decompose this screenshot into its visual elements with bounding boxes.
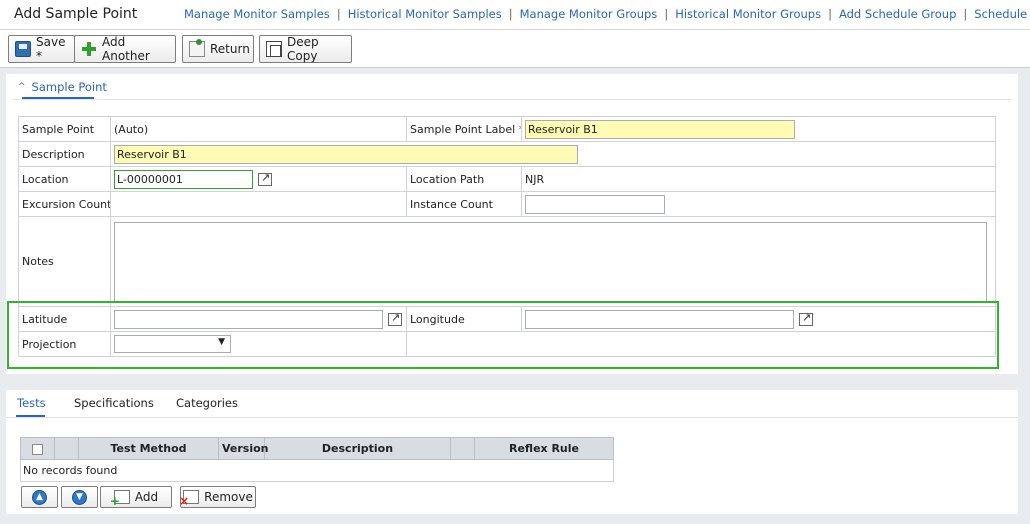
remove-test-button-label: Remove — [204, 490, 253, 504]
form-row-description: Description Reservoir B1 — [18, 141, 996, 167]
tab-bar: Tests Specifications Categories — [6, 390, 1018, 418]
sample-point-label-input[interactable]: Reservoir B1 — [525, 119, 795, 139]
form-row-counts: Excursion Count Instance Count — [18, 191, 996, 217]
open-link-icon[interactable] — [258, 171, 272, 186]
nav-separator: | — [963, 7, 968, 21]
top-bar: Add Sample Point Manage Monitor Samples |… — [0, 0, 1030, 30]
blank-header — [54, 437, 79, 460]
form-row-notes: Notes — [18, 216, 996, 307]
move-down-button[interactable]: ▼ — [61, 486, 98, 508]
top-nav-links: Manage Monitor Samples | Historical Monito… — [184, 7, 1030, 21]
return-button-label: Return — [210, 42, 250, 56]
column-header-test-method[interactable]: Test Method — [78, 437, 219, 460]
description-label: Description — [18, 141, 111, 167]
sample-point-label-cell: Reservoir B1 — [521, 116, 996, 142]
instance-count-input[interactable] — [525, 194, 665, 214]
arrow-down-icon: ▼ — [72, 489, 87, 505]
active-tab-underline — [16, 415, 45, 417]
table-header-row: Test Method Version Description Reflex R… — [20, 437, 614, 460]
save-icon — [15, 41, 31, 57]
toolbar: Save * Add Another Return Deep Copy — [0, 30, 1030, 68]
link-manage-monitor-samples[interactable]: Manage Monitor Samples — [184, 7, 330, 21]
add-another-button[interactable]: Add Another — [74, 35, 176, 63]
add-test-button[interactable]: Add — [100, 486, 172, 508]
return-button[interactable]: Return — [182, 35, 254, 63]
section-title: Sample Point — [31, 80, 107, 94]
deep-copy-button[interactable]: Deep Copy — [259, 35, 352, 63]
select-all-checkbox[interactable] — [32, 443, 43, 455]
sample-point-label-text: Sample Point Label — [410, 122, 516, 136]
sample-point-label: Sample Point — [18, 116, 111, 142]
nav-separator: | — [828, 7, 832, 21]
page-title: Add Sample Point — [14, 6, 138, 22]
link-historical-monitor-samples[interactable]: Historical Monitor Samples — [348, 7, 502, 21]
remove-test-button[interactable]: Remove — [179, 486, 256, 508]
notes-label: Notes — [18, 216, 111, 307]
excursion-count-label: Excursion Count — [18, 191, 111, 217]
tests-panel: Tests Specifications Categories Test Met… — [6, 390, 1018, 514]
column-header-reflex-rule[interactable]: Reflex Rule — [474, 437, 614, 460]
form-row-sample-point: Sample Point (Auto) Sample Point Label *… — [18, 116, 996, 142]
move-up-button[interactable]: ▲ — [21, 486, 58, 508]
sample-point-label-field-label: Sample Point Label * — [406, 116, 522, 142]
blank-header — [450, 437, 475, 460]
add-test-button-label: Add — [134, 490, 159, 504]
description-input[interactable]: Reservoir B1 — [114, 144, 578, 164]
add-another-button-label: Add Another — [102, 35, 150, 63]
tests-table: Test Method Version Description Reflex R… — [20, 437, 614, 482]
tab-tests[interactable]: Tests — [17, 396, 46, 410]
location-path-label: Location Path — [406, 166, 522, 192]
select-all-header — [20, 437, 55, 460]
location-cell: L-00000001 — [110, 166, 407, 192]
location-label: Location — [18, 166, 111, 192]
return-icon — [189, 39, 205, 57]
nav-separator: | — [664, 7, 669, 21]
plus-icon — [81, 41, 97, 57]
chevron-up-icon[interactable]: ^ — [18, 82, 26, 92]
description-cell: Reservoir B1 — [110, 141, 996, 167]
save-button-label: Save * — [36, 35, 66, 63]
form-row-location: Location L-00000001 Location Path NJR — [18, 166, 996, 192]
notes-textarea[interactable] — [114, 221, 987, 302]
highlight-frame — [7, 301, 999, 369]
excursion-count-value — [110, 191, 407, 217]
link-add-schedule-group[interactable]: Add Schedule Group — [839, 7, 956, 21]
empty-message: No records found — [20, 459, 614, 482]
nav-separator: | — [508, 7, 513, 21]
section-divider — [12, 99, 1012, 100]
copy-icon — [266, 41, 282, 57]
tab-specifications[interactable]: Specifications — [74, 396, 154, 410]
link-manage-monitor-groups[interactable]: Manage Monitor Groups — [520, 7, 658, 21]
location-input[interactable]: L-00000001 — [114, 169, 253, 189]
remove-row-icon — [179, 490, 200, 508]
instance-count-cell — [521, 191, 996, 217]
link-schedule-groups[interactable]: Schedule Groups — [974, 7, 1030, 21]
column-header-description[interactable]: Description — [264, 437, 451, 460]
link-historical-monitor-groups[interactable]: Historical Monitor Groups — [675, 7, 821, 21]
location-path-value: NJR — [521, 166, 996, 192]
table-row: No records found — [20, 459, 614, 482]
arrow-up-icon: ▲ — [32, 489, 47, 505]
section-title-underline — [22, 97, 94, 99]
section-header[interactable]: ^ Sample Point — [18, 80, 107, 94]
notes-cell — [110, 216, 996, 307]
add-row-icon — [110, 490, 130, 508]
tab-categories[interactable]: Categories — [176, 396, 238, 410]
sample-point-value: (Auto) — [110, 116, 407, 142]
deep-copy-button-label: Deep Copy — [287, 35, 319, 63]
column-header-version[interactable]: Version — [218, 437, 269, 460]
nav-separator: | — [336, 7, 341, 21]
save-button[interactable]: Save * — [8, 35, 75, 63]
instance-count-label: Instance Count — [406, 191, 522, 217]
